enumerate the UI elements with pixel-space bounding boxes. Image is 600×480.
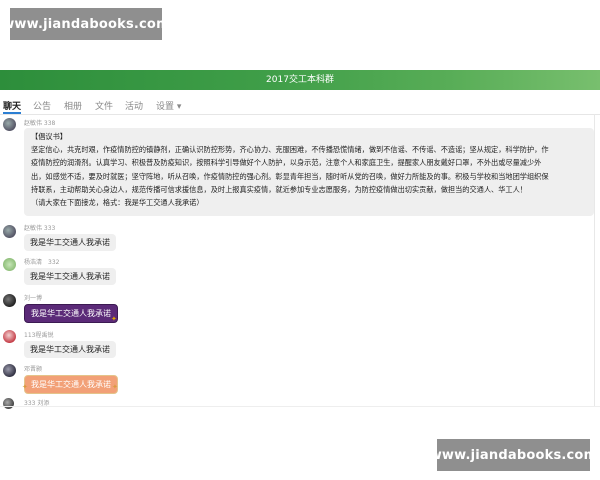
message-line: （请大家在下面接龙，格式：我是华工交通人我承诺）: [31, 198, 204, 208]
tab-announcements[interactable]: 公告: [33, 99, 51, 112]
active-tab-indicator: [3, 112, 21, 114]
sender-name: 赵敏伟 338: [24, 120, 56, 127]
group-title: 2017交工本科群: [266, 75, 334, 85]
sparkle-icon: ✦: [112, 383, 118, 391]
sender-avatar[interactable]: [3, 225, 16, 238]
message-line: 出，如感觉不适，要及时就医；坚守阵地，听从召唤，作疫情防控的强心剂。彰显青年担当…: [31, 171, 549, 181]
sender-name: 杨浩清 332: [24, 259, 60, 266]
message-bubble: 我是华工交通人我承诺: [24, 268, 116, 285]
tab-bar: 聊天 公告 相册 文件 活动 设置 ▾: [0, 96, 600, 115]
message-line: 坚定信心，共克时艰，作疫情防控的镇静剂，正确认识防控形势，齐心协力、克服困难，不…: [31, 145, 549, 155]
watermark-bottom: www.jiandabooks.com: [430, 439, 597, 471]
sender-avatar[interactable]: [3, 330, 16, 343]
group-title-bar: 2017交工本科群: [0, 70, 600, 90]
message-bubble: 我是华工交通人我承诺: [24, 234, 116, 251]
watermark-top: www.jiandabooks.com: [2, 8, 170, 40]
scrollbar-track[interactable]: [594, 114, 595, 406]
sender-name: 赵敏伟 333: [24, 225, 56, 232]
message-line: 持联系，主动帮助关心身边人，规范传播可信求援信息，及时上报真实疫情，就近参加专业…: [31, 184, 527, 194]
message-line: 疫情防控的润滑剂。认真学习、积极普及防疫知识，按照科学引导做好个人防护，以身示范…: [31, 158, 542, 168]
tab-album[interactable]: 相册: [64, 99, 82, 112]
message-bubble: 我是华工交通人我承诺: [24, 375, 118, 394]
message-bubble: 【倡议书】 坚定信心，共克时艰，作疫情防控的镇静剂，正确认识防控形势，齐心协力、…: [24, 128, 594, 216]
sender-name: 113程禹锐: [24, 332, 54, 339]
tab-activities[interactable]: 活动: [125, 99, 143, 112]
sender-avatar[interactable]: [3, 258, 16, 271]
chat-bottom-divider: [0, 406, 600, 407]
tab-chat[interactable]: 聊天: [3, 99, 21, 112]
sender-avatar[interactable]: [3, 294, 16, 307]
message-bubble: 我是华工交通人我承诺: [24, 341, 116, 358]
sender-avatar[interactable]: [3, 398, 14, 409]
tab-settings[interactable]: 设置 ▾: [156, 99, 181, 112]
message-line: 【倡议书】: [31, 132, 67, 141]
message-bubble: 我是华工交通人我承诺: [24, 304, 118, 323]
sparkle-icon: ✦: [22, 383, 28, 391]
sparkle-icon: ✦: [111, 315, 117, 323]
sender-avatar[interactable]: [3, 364, 16, 377]
sender-name: 刘一博: [24, 295, 43, 302]
sender-name: 邓晋颢: [24, 366, 43, 373]
tab-files[interactable]: 文件: [95, 99, 113, 112]
sender-avatar[interactable]: [3, 118, 16, 131]
